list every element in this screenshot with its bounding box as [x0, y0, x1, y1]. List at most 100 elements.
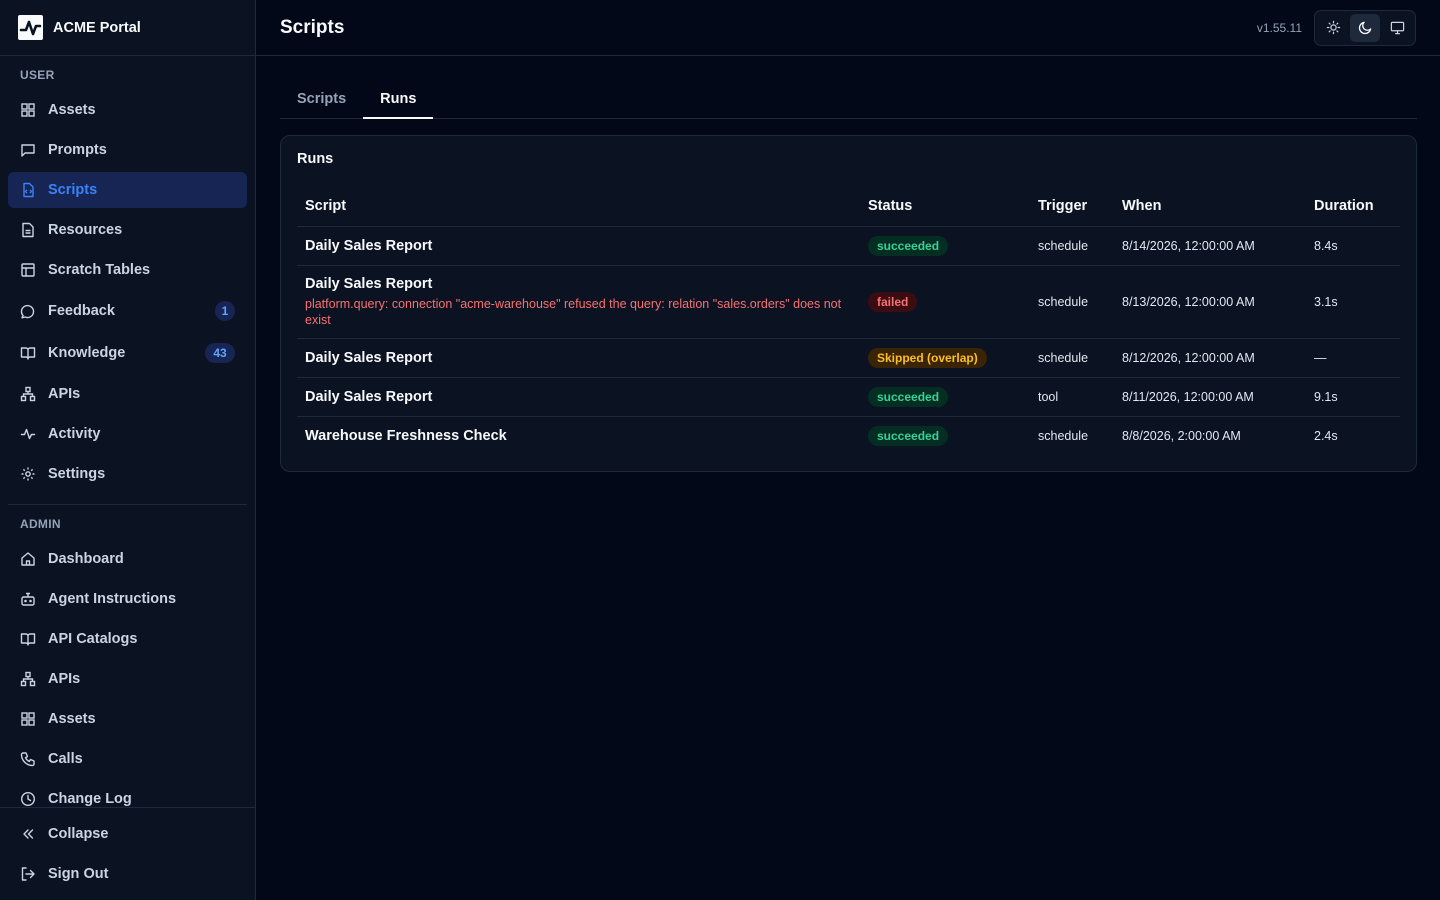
status-badge: failed	[868, 291, 918, 312]
script-cell: Daily Sales Report	[297, 226, 860, 266]
column-header-duration[interactable]: Duration	[1306, 186, 1400, 227]
sidebar-item-api-catalogs[interactable]: API Catalogs	[8, 621, 247, 657]
duration-cell: 3.1s	[1306, 265, 1400, 339]
table-row[interactable]: Warehouse Freshness Check succeeded sche…	[297, 416, 1400, 455]
grid-icon	[20, 711, 36, 727]
sidebar-item-assets[interactable]: Assets	[8, 92, 247, 128]
sidebar-item-settings[interactable]: Settings	[8, 456, 247, 492]
page-title: Scripts	[280, 16, 345, 38]
table-row[interactable]: Daily Sales Report Skipped (overlap) sch…	[297, 338, 1400, 378]
sidebar-item-knowledge[interactable]: Knowledge 43	[8, 335, 247, 371]
table-row[interactable]: Daily Sales Report platform.query: conne…	[297, 265, 1400, 339]
sidebar-item-feedback[interactable]: Feedback 1	[8, 293, 247, 329]
column-header-script[interactable]: Script	[297, 186, 860, 227]
table-header-row: Script Status Trigger When Duration	[297, 186, 1400, 227]
gear-icon	[20, 466, 36, 482]
sidebar-item-calls[interactable]: Calls	[8, 741, 247, 777]
runs-table: Script Status Trigger When Duration Dail…	[297, 186, 1400, 455]
trigger-cell: schedule	[1038, 428, 1089, 443]
theme-switcher	[1314, 9, 1416, 46]
sidebar-item-admin-apis[interactable]: APIs	[8, 661, 247, 697]
sidebar-item-label: Calls	[48, 751, 83, 767]
sidebar-item-label: Prompts	[48, 142, 107, 158]
collapse-button[interactable]: Collapse	[8, 816, 247, 852]
script-name: Warehouse Freshness Check	[305, 427, 507, 444]
light-theme-button[interactable]	[1318, 14, 1348, 42]
message-circle-icon	[20, 303, 36, 319]
sign-out-label: Sign Out	[48, 866, 109, 882]
sidebar-item-apis[interactable]: APIs	[8, 376, 247, 412]
sidebar-item-agent-instructions[interactable]: Agent Instructions	[8, 581, 247, 617]
status-cell: Skipped (overlap)	[860, 338, 1030, 378]
sun-icon	[1326, 20, 1340, 35]
sidebar: ACME Portal USER Assets Prompts Scripts …	[0, 0, 256, 900]
bot-icon	[20, 591, 36, 607]
tab-runs[interactable]: Runs	[363, 80, 434, 119]
script-cell: Daily Sales Report	[297, 338, 860, 378]
sidebar-item-activity[interactable]: Activity	[8, 416, 247, 452]
sidebar-divider	[8, 504, 247, 505]
script-name: Daily Sales Report	[305, 388, 433, 405]
grid-icon	[20, 102, 36, 118]
sidebar-item-label: APIs	[48, 671, 81, 687]
trigger-cell: tool	[1030, 377, 1114, 417]
error-message: platform.query: connection "acme-warehou…	[305, 296, 842, 327]
status-badge: succeeded	[868, 425, 949, 446]
status-cell: succeeded	[860, 416, 1030, 455]
home-icon	[20, 551, 36, 567]
system-theme-button[interactable]	[1382, 14, 1412, 42]
user-section-label: USER	[20, 68, 55, 82]
column-header-trigger[interactable]: Trigger	[1030, 186, 1114, 227]
duration-cell: 2.4s	[1314, 428, 1338, 443]
dark-theme-button[interactable]	[1350, 13, 1380, 42]
when-cell: 8/13/2026, 12:00:00 AM	[1114, 265, 1306, 339]
network-icon	[20, 386, 36, 402]
sidebar-item-scratch-tables[interactable]: Scratch Tables	[8, 252, 247, 288]
sidebar-item-resources[interactable]: Resources	[8, 212, 247, 248]
column-header-when[interactable]: When	[1114, 186, 1306, 227]
sidebar-item-dashboard[interactable]: Dashboard	[8, 541, 247, 577]
message-square-icon	[20, 142, 36, 158]
book-open-icon	[20, 345, 36, 361]
log-out-icon	[20, 866, 36, 882]
brand[interactable]: ACME Portal	[0, 0, 255, 56]
sign-out-button[interactable]: Sign Out	[8, 856, 247, 892]
column-header-status[interactable]: Status	[860, 186, 1030, 227]
sidebar-item-label: Scratch Tables	[48, 262, 151, 278]
script-cell: Warehouse Freshness Check	[297, 416, 860, 455]
sidebar-item-admin-assets[interactable]: Assets	[8, 701, 247, 737]
card-title: Runs	[297, 151, 334, 167]
table-row[interactable]: Daily Sales Report succeeded schedule 8/…	[297, 226, 1400, 266]
sidebar-item-scripts[interactable]: Scripts	[8, 172, 247, 208]
sidebar-item-label: Dashboard	[48, 551, 124, 567]
when-cell: 8/11/2026, 12:00:00 AM	[1114, 377, 1306, 417]
sidebar-item-label: Knowledge	[48, 345, 126, 361]
monitor-icon	[1390, 21, 1404, 35]
script-name: Daily Sales Report	[305, 275, 433, 292]
sidebar-item-label: Scripts	[48, 182, 98, 198]
table-row[interactable]: Daily Sales Report succeeded tool 8/11/2…	[297, 377, 1400, 417]
sidebar-item-label: Resources	[48, 222, 123, 238]
status-cell: failed	[860, 265, 1030, 339]
script-cell: Daily Sales Report platform.query: conne…	[297, 265, 860, 339]
book-open-icon	[20, 631, 36, 647]
trigger-cell: schedule	[1030, 338, 1114, 378]
version-label: v1.55.11	[1256, 20, 1302, 35]
script-name: Daily Sales Report	[305, 349, 433, 366]
duration-cell: 8.4s	[1306, 226, 1400, 266]
clock-icon	[20, 791, 36, 807]
sidebar-item-label: Activity	[48, 426, 101, 442]
sidebar-item-label: Assets	[48, 102, 96, 118]
tab-scripts[interactable]: Scripts	[280, 80, 363, 118]
file-text-icon	[20, 222, 36, 238]
trigger-cell: schedule	[1030, 226, 1114, 266]
sidebar-item-label: Agent Instructions	[48, 591, 177, 607]
sidebar-item-prompts[interactable]: Prompts	[8, 132, 247, 168]
table-icon	[20, 262, 36, 278]
duration-cell: —	[1306, 338, 1400, 378]
when-cell: 8/14/2026, 12:00:00 AM	[1114, 226, 1306, 266]
script-cell: Daily Sales Report	[297, 377, 860, 417]
feedback-count-badge: 1	[215, 301, 235, 321]
trigger-cell: schedule	[1030, 265, 1114, 339]
app-name: ACME Portal	[53, 19, 141, 36]
